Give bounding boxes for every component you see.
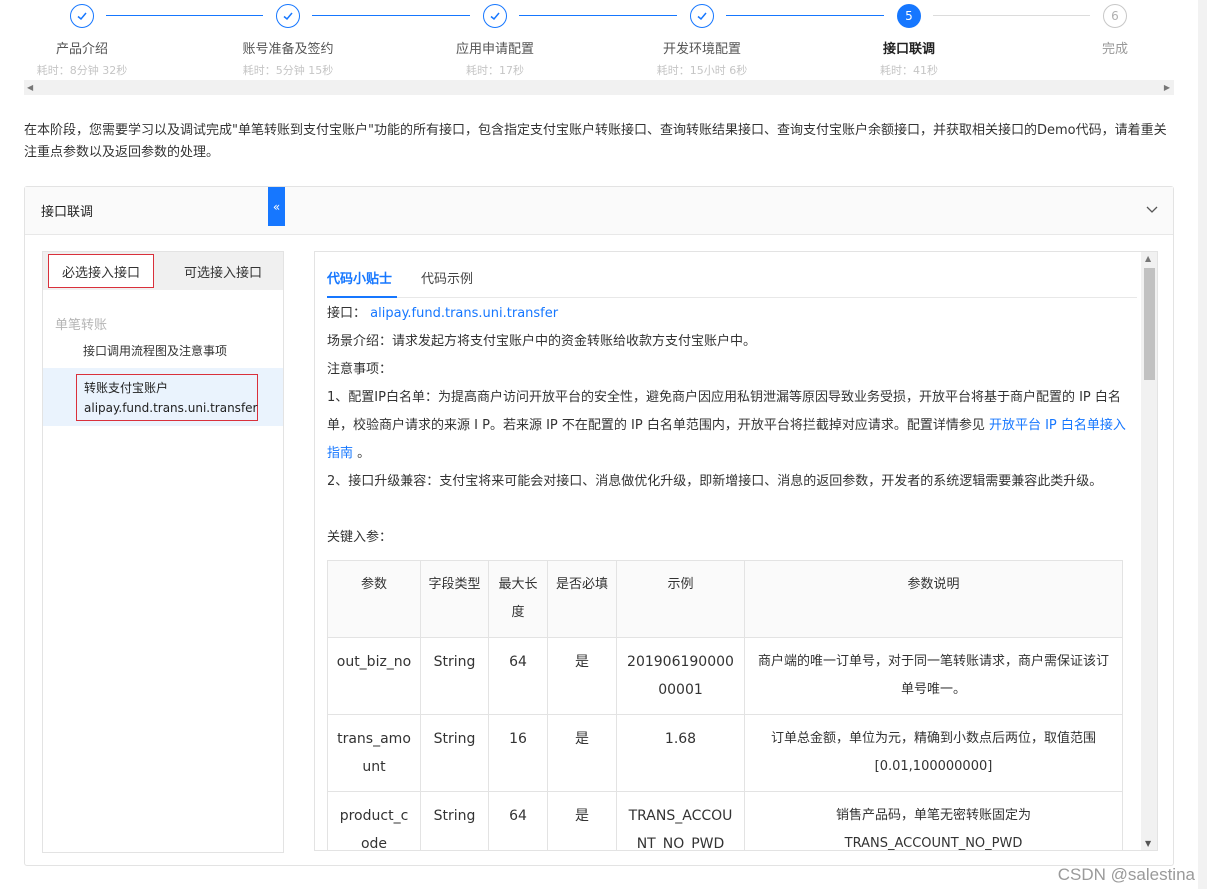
api-name-link[interactable]: alipay.fund.trans.uni.transfer [370, 306, 558, 321]
table-cell: trans_amount [327, 714, 421, 792]
tab-optional-interfaces[interactable]: 可选接入接口 [164, 254, 282, 288]
code-tips-pane: 代码小贴士 代码示例 接口： alipay.fund.trans.uni.tra… [314, 251, 1158, 851]
key-params-title: 关键入参： [327, 530, 393, 545]
column-header: 参数 [327, 560, 421, 638]
column-header: 参数说明 [744, 560, 1123, 638]
scroll-left-icon[interactable]: ◀ [27, 83, 33, 92]
active-tab-indicator [327, 296, 397, 298]
scroll-up-icon[interactable]: ▲ [1145, 254, 1151, 263]
panel-header[interactable]: 接口联调 [25, 187, 1173, 235]
step-check-icon[interactable] [70, 4, 94, 28]
column-header: 最大长度 [488, 560, 548, 638]
stage-intro: 在本阶段，您需要学习以及调试完成"单笔转账到支付宝账户"功能的所有接口，包含指定… [24, 123, 1167, 160]
step-6-title[interactable]: 完成 [1102, 38, 1128, 57]
step-check-icon[interactable] [483, 4, 507, 28]
table-cell: 是 [547, 637, 617, 715]
chevron-down-icon[interactable] [1145, 202, 1159, 216]
step-1-time: 耗时：8分钟 32秒 [36, 64, 128, 77]
step-connector [519, 15, 677, 16]
step-4-title[interactable]: 开发环境配置 [663, 38, 741, 57]
horizontal-scrollbar[interactable]: ◀ ▶ [24, 80, 1174, 95]
scrollbar-thumb[interactable] [1144, 268, 1155, 380]
table-row: trans_amount String 16 是 1.68 订单总金额，单位为元… [327, 714, 1123, 792]
step-5-number[interactable]: 5 [897, 4, 921, 28]
table-cell: TRANS_ACCOUNT_NO_PWD [616, 791, 745, 850]
nav-item-transfer-api: alipay.fund.trans.uni.transfer [84, 401, 258, 415]
step-connector [312, 15, 470, 16]
table-cell: 是 [547, 714, 617, 792]
table-cell: 1.68 [616, 714, 745, 792]
scene-text: 场景介绍：请求发起方将支付宝账户中的资金转账给收款方支付宝账户中。 [327, 334, 757, 349]
integration-panel: 接口联调 必选接入接口 可选接入接口 单笔转账 接口调用流程图及注意事项 转账支… [24, 186, 1174, 866]
column-header: 示例 [616, 560, 745, 638]
api-line: 接口： alipay.fund.trans.uni.transfer [327, 300, 1127, 328]
params-table: 参数 字段类型 最大长度 是否必填 示例 参数说明 out_biz_no Str… [327, 560, 1123, 850]
table-cell: 64 [488, 791, 548, 850]
step-2-title[interactable]: 账号准备及签约 [242, 38, 333, 57]
table-row: product_code String 64 是 TRANS_ACCOUNT_N… [327, 791, 1123, 850]
table-cell: 订单总金额，单位为元，精确到小数点后两位，取值范围[0.01,100000000… [744, 714, 1123, 792]
tips-content: 接口： alipay.fund.trans.uni.transfer 场景介绍：… [327, 300, 1127, 850]
step-check-icon[interactable] [276, 4, 300, 28]
step-connector [726, 15, 884, 16]
params-table-header: 参数 字段类型 最大长度 是否必填 示例 参数说明 [327, 560, 1123, 638]
column-header: 字段类型 [420, 560, 489, 638]
column-header: 是否必填 [547, 560, 617, 638]
table-row: out_biz_no String 64 是 20190619000000001… [327, 637, 1123, 715]
api-label: 接口： [327, 306, 367, 321]
notice-1-end: 。 [353, 446, 371, 461]
tab-required-interfaces[interactable]: 必选接入接口 [48, 254, 154, 288]
table-cell: String [420, 714, 489, 792]
tab-code-tips[interactable]: 代码小贴士 [327, 268, 392, 287]
collapse-sidebar-button[interactable]: « [268, 187, 285, 226]
table-cell: 64 [488, 637, 548, 715]
step-5-title[interactable]: 接口联调 [883, 38, 935, 57]
notice-2: 2、接口升级兼容：支付宝将来可能会对接口、消息做优化升级，即新增接口、消息的返回… [327, 474, 1103, 489]
group-label: 单笔转账 [55, 318, 108, 333]
table-cell: String [420, 637, 489, 715]
nav-item-transfer-title: 转账支付宝账户 [84, 381, 169, 395]
code-tabs: 代码小贴士 代码示例 [327, 252, 1137, 298]
table-cell: 商户端的唯一订单号，对于同一笔转账请求，商户需保证该订单号唯一。 [744, 637, 1123, 715]
content-scrollbar[interactable]: ▲ ▼ [1141, 252, 1157, 850]
table-cell: out_biz_no [327, 637, 421, 715]
interface-nav: 必选接入接口 可选接入接口 单笔转账 接口调用流程图及注意事项 转账支付宝账户 … [42, 251, 284, 853]
table-cell: 20190619000000001 [616, 637, 745, 715]
table-cell: product_code [327, 791, 421, 850]
table-cell: 16 [488, 714, 548, 792]
watermark: CSDN @salestina [1057, 865, 1195, 884]
scroll-right-icon[interactable]: ▶ [1164, 83, 1170, 92]
notice-1: 1、配置IP白名单：为提高商户访问开放平台的安全性，避免商户因应用私钥泄漏等原因… [327, 384, 1127, 468]
step-2-time: 耗时：5分钟 15秒 [242, 64, 334, 77]
table-cell: 销售产品码，单笔无密转账固定为TRANS_ACCOUNT_NO_PWD [744, 791, 1123, 850]
interface-tabbar: 必选接入接口 可选接入接口 [43, 252, 283, 290]
notice-title: 注意事项： [327, 362, 393, 377]
step-1-title[interactable]: 产品介绍 [56, 38, 108, 57]
tab-code-example[interactable]: 代码示例 [421, 268, 473, 287]
step-4-time: 耗时：15小时 6秒 [656, 64, 748, 77]
step-connector [106, 15, 263, 16]
step-6-number[interactable]: 6 [1103, 4, 1127, 28]
step-connector [933, 15, 1090, 16]
stepper: 产品介绍 耗时：8分钟 32秒 账号准备及签约 耗时：5分钟 15秒 应用申请配… [0, 0, 1207, 80]
step-3-title[interactable]: 应用申请配置 [456, 38, 534, 57]
step-5-time: 耗时：41秒 [880, 64, 938, 77]
step-3-time: 耗时：17秒 [466, 64, 524, 77]
scroll-down-icon[interactable]: ▼ [1145, 839, 1151, 848]
nav-item-flowchart[interactable]: 接口调用流程图及注意事项 [83, 342, 227, 359]
page-scrollbar[interactable] [1198, 0, 1207, 889]
panel-title: 接口联调 [41, 205, 94, 220]
table-cell: 是 [547, 791, 617, 850]
nav-item-transfer[interactable]: 转账支付宝账户 alipay.fund.trans.uni.transfer [76, 374, 258, 421]
step-check-icon[interactable] [690, 4, 714, 28]
table-cell: String [420, 791, 489, 850]
